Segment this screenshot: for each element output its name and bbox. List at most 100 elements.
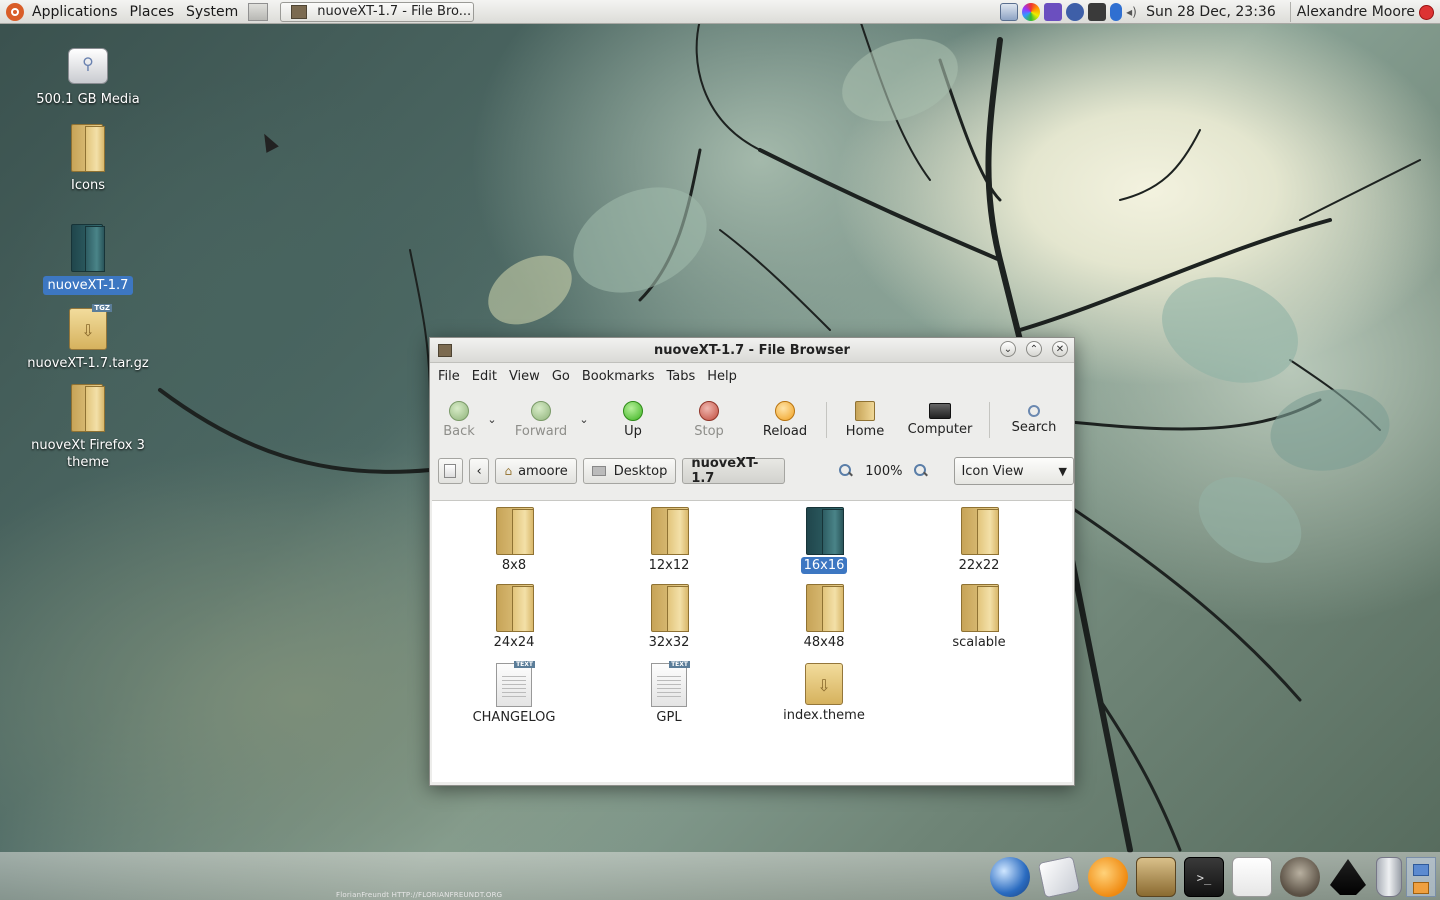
search-button[interactable]: Search [996,392,1072,448]
file-item-index-theme[interactable]: index.theme [764,663,884,724]
folder-icon [959,507,999,555]
file-item-8x8[interactable]: 8x8 [454,507,574,574]
file-item-32x32[interactable]: 32x32 [609,584,729,651]
file-item-changelog[interactable]: TEXT CHANGELOG [454,661,574,726]
desktop-icon-firefox-theme[interactable]: nuoveXt Firefox 3 theme [13,384,163,472]
folder-icon [804,507,844,555]
window-menu-icon[interactable] [438,343,452,357]
window-titlebar[interactable]: nuoveXT-1.7 - File Browser ⌄ ⌃ ✕ [430,338,1074,363]
folder-icon [959,584,999,632]
gear-icon[interactable] [1044,3,1063,21]
clock[interactable]: Sun 28 Dec, 23:36 [1146,4,1276,20]
file-item-12x12[interactable]: 12x12 [609,507,729,574]
maximize-button[interactable]: ⌃ [1026,341,1042,357]
folder-icon [71,224,105,272]
desktop-icon-label: nuoveXT-1.7.tar.gz [27,356,149,371]
menu-help[interactable]: Help [701,369,743,384]
breadcrumb-scroll-left[interactable]: ‹ [468,458,490,484]
ubuntu-logo-icon[interactable] [6,2,24,21]
breadcrumb-nuovext[interactable]: nuoveXT-1.7 [682,456,786,486]
desktop-icon-tarball[interactable]: TGZ nuoveXT-1.7.tar.gz [13,304,163,373]
toggle-location-entry-button[interactable] [438,458,463,484]
breadcrumb-desktop[interactable]: Desktop [582,458,677,484]
file-item-48x48[interactable]: 48x48 [764,584,884,651]
browser-globe-icon[interactable] [990,857,1030,897]
menu-go[interactable]: Go [546,369,576,384]
back-arrow-icon [449,401,469,421]
reload-icon [775,401,795,421]
file-browser-icon [291,4,308,19]
inkscape-icon[interactable] [1330,859,1366,895]
file-item-24x24[interactable]: 24x24 [454,584,574,651]
forward-arrow-icon [531,401,551,421]
chevron-down-icon: ▼ [1058,464,1067,478]
power-icon[interactable] [1419,4,1434,20]
minimize-button[interactable]: ⌄ [1000,341,1016,357]
home-icon: ⌂ [504,464,513,478]
file-item-scalable[interactable]: scalable [919,584,1039,651]
menu-bookmarks[interactable]: Bookmarks [576,369,661,384]
mail-envelope-icon[interactable] [1037,855,1081,899]
network-monitor-icon[interactable] [1000,3,1019,21]
close-button[interactable]: ✕ [1052,341,1068,357]
icon-view[interactable]: 8x8 12x12 16x16 22x22 24x24 32x32 48x48 [432,500,1072,782]
back-history-dropdown[interactable]: ⌄ [484,410,500,430]
color-wheel-icon[interactable] [1022,3,1041,21]
show-desktop-button[interactable] [248,2,269,21]
text-editor-icon[interactable] [1232,857,1272,897]
text-file-icon: TEXT [496,661,535,707]
computer-icon [929,403,951,419]
user-menu[interactable]: Alexandre Moore [1297,4,1415,20]
system-tray: ◂) Sun 28 Dec, 23:36 Alexandre Moore [998,0,1440,24]
back-button[interactable]: Back [434,392,484,448]
computer-button[interactable]: Computer [897,392,983,448]
menu-applications[interactable]: Applications [26,0,124,24]
menu-file[interactable]: File [432,369,466,384]
forward-button[interactable]: Forward [506,392,576,448]
archive-icon: TGZ [69,304,112,350]
desktop-icon [591,466,606,476]
menu-places[interactable]: Places [124,0,181,24]
zoom-in-icon[interactable] [914,464,928,478]
toolbar-separator [989,402,990,438]
stop-icon [699,401,719,421]
breadcrumb-amoore[interactable]: ⌂ amoore [495,458,577,484]
reload-button[interactable]: Reload [750,392,820,448]
forward-history-dropdown[interactable]: ⌄ [576,410,592,430]
file-item-gpl[interactable]: TEXT GPL [609,661,729,726]
menu-system[interactable]: System [180,0,244,24]
desktop-icon-icons-folder[interactable]: Icons [13,124,163,195]
up-button[interactable]: Up [598,392,668,448]
zoom-out-icon[interactable] [839,464,853,478]
folder-icon [494,584,534,632]
desktop-icon-media[interactable]: ⚲ 500.1 GB Media [13,48,163,109]
volume-icon[interactable]: ◂) [1126,3,1138,21]
file-item-16x16[interactable]: 16x16 [764,507,884,574]
window-title: nuoveXT-1.7 - File Browser [654,342,850,358]
terminal-icon[interactable]: >_ [1184,857,1224,897]
computer-monitor-icon[interactable] [1088,3,1107,21]
menu-view[interactable]: View [503,369,546,384]
taskbar-window-button[interactable]: nuoveXT-1.7 - File Bro... [280,1,475,22]
taskbar-window-label: nuoveXT-1.7 - File Bro... [317,4,472,19]
menu-edit[interactable]: Edit [466,369,503,384]
folder-icon [804,584,844,632]
gimp-icon[interactable] [1280,857,1320,897]
bluetooth-icon[interactable] [1110,3,1123,21]
toolbar-separator [826,402,827,438]
hp-printer-icon[interactable] [1066,3,1085,21]
home-button[interactable]: Home [833,392,897,448]
workspace-app-icon [1413,882,1429,894]
stop-button[interactable]: Stop [668,392,750,448]
workspace-switcher[interactable] [1406,857,1436,897]
messenger-bird-icon[interactable] [1088,857,1128,897]
menu-tabs[interactable]: Tabs [660,369,701,384]
drive-icon: ⚲ [68,48,108,84]
file-cabinet-icon[interactable] [1136,857,1176,897]
desktop-icon-nuovext-folder[interactable]: nuoveXT-1.7 [13,224,163,295]
zoom-level[interactable]: 100% [865,464,902,479]
trash-icon[interactable] [1376,857,1402,897]
file-item-22x22[interactable]: 22x22 [919,507,1039,574]
view-mode-select[interactable]: Icon View ▼ [954,457,1074,485]
workspace-window-icon [1413,864,1429,876]
